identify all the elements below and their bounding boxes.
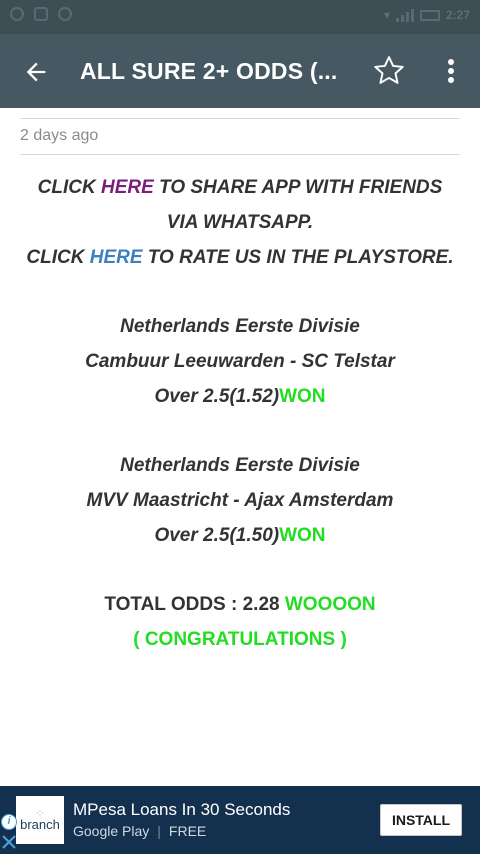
wifi-icon: ▾ <box>383 8 390 22</box>
ad-subtitle: Google Play | FREE <box>73 823 206 839</box>
tip-league: Netherlands Eerste Divisie <box>120 455 360 476</box>
rate-link[interactable]: HERE <box>90 247 143 268</box>
branch-dots-icon: ·:· <box>36 807 44 817</box>
rate-text: TO RATE US IN THE PLAYSTORE. <box>142 247 454 268</box>
star-outline-icon[interactable] <box>370 52 408 90</box>
tip-match: MVV Maastricht - Ajax Amsterdam <box>86 490 394 511</box>
status-clock: 2:27 <box>445 8 470 22</box>
close-icon[interactable] <box>1 834 17 850</box>
share-text: TO SHARE APP WITH FRIENDS <box>153 177 443 198</box>
share-text: CLICK <box>37 177 101 198</box>
status-system-icons: ▾ 2:27 <box>384 8 470 22</box>
post-date: 2 days ago <box>20 127 99 144</box>
notification-icon <box>34 7 48 21</box>
notification-icon <box>58 7 72 21</box>
ad-logo[interactable]: ·:· branch <box>16 796 64 844</box>
tip-pick: Over 2.5(1.52)WON <box>0 379 480 414</box>
battery-icon <box>419 9 440 21</box>
tip-pick: Over 2.5(1.50)WON <box>0 518 480 553</box>
ad-separator: | <box>157 823 161 839</box>
tip-match: Cambuur Leeuwarden - SC Telstar <box>85 351 395 372</box>
total-odds-label: TOTAL ODDS : 2.28 <box>104 594 285 615</box>
rate-line: CLICK HERE TO RATE US IN THE PLAYSTORE. <box>0 240 480 275</box>
tip-result: WON <box>279 386 326 407</box>
ad-logo-text: branch <box>20 816 60 832</box>
total-result: WOOOON <box>284 594 376 615</box>
notification-icon <box>10 7 24 21</box>
app-bar: ALL SURE 2+ ODDS (... <box>0 34 480 108</box>
install-button[interactable]: INSTALL <box>380 804 462 836</box>
status-bar: ▾ 2:27 <box>0 0 480 34</box>
share-link[interactable]: HERE <box>101 177 154 198</box>
signal-icon <box>395 8 414 22</box>
share-line-2: VIA WHATSAPP. <box>166 212 314 233</box>
info-icon[interactable]: i <box>1 814 17 830</box>
tip-league: Netherlands Eerste Divisie <box>120 316 360 337</box>
tip-result: WON <box>279 525 326 546</box>
arrow-back-icon[interactable] <box>22 58 50 86</box>
tip-pick-text: Over 2.5(1.52) <box>154 386 280 407</box>
ad-title[interactable]: MPesa Loans In 30 Seconds <box>73 800 290 820</box>
divider <box>20 154 460 155</box>
more-vert-icon[interactable] <box>440 56 462 86</box>
status-notification-icons <box>10 7 72 21</box>
post-content: CLICK HERE TO SHARE APP WITH FRIENDS VIA… <box>0 170 480 657</box>
share-line: CLICK HERE TO SHARE APP WITH FRIENDS <box>0 170 480 205</box>
ad-price: FREE <box>168 823 207 839</box>
ad-store: Google Play <box>73 823 150 839</box>
page-title: ALL SURE 2+ ODDS (... <box>80 58 338 84</box>
congratulations-text: ( CONGRATULATIONS ) <box>133 629 347 650</box>
total-odds: TOTAL ODDS : 2.28 WOOOON <box>0 587 480 622</box>
rate-text: CLICK <box>26 247 90 268</box>
divider <box>20 118 460 119</box>
ad-banner[interactable]: ·:· branch MPesa Loans In 30 Seconds Goo… <box>0 786 480 854</box>
tip-pick-text: Over 2.5(1.50) <box>154 525 280 546</box>
